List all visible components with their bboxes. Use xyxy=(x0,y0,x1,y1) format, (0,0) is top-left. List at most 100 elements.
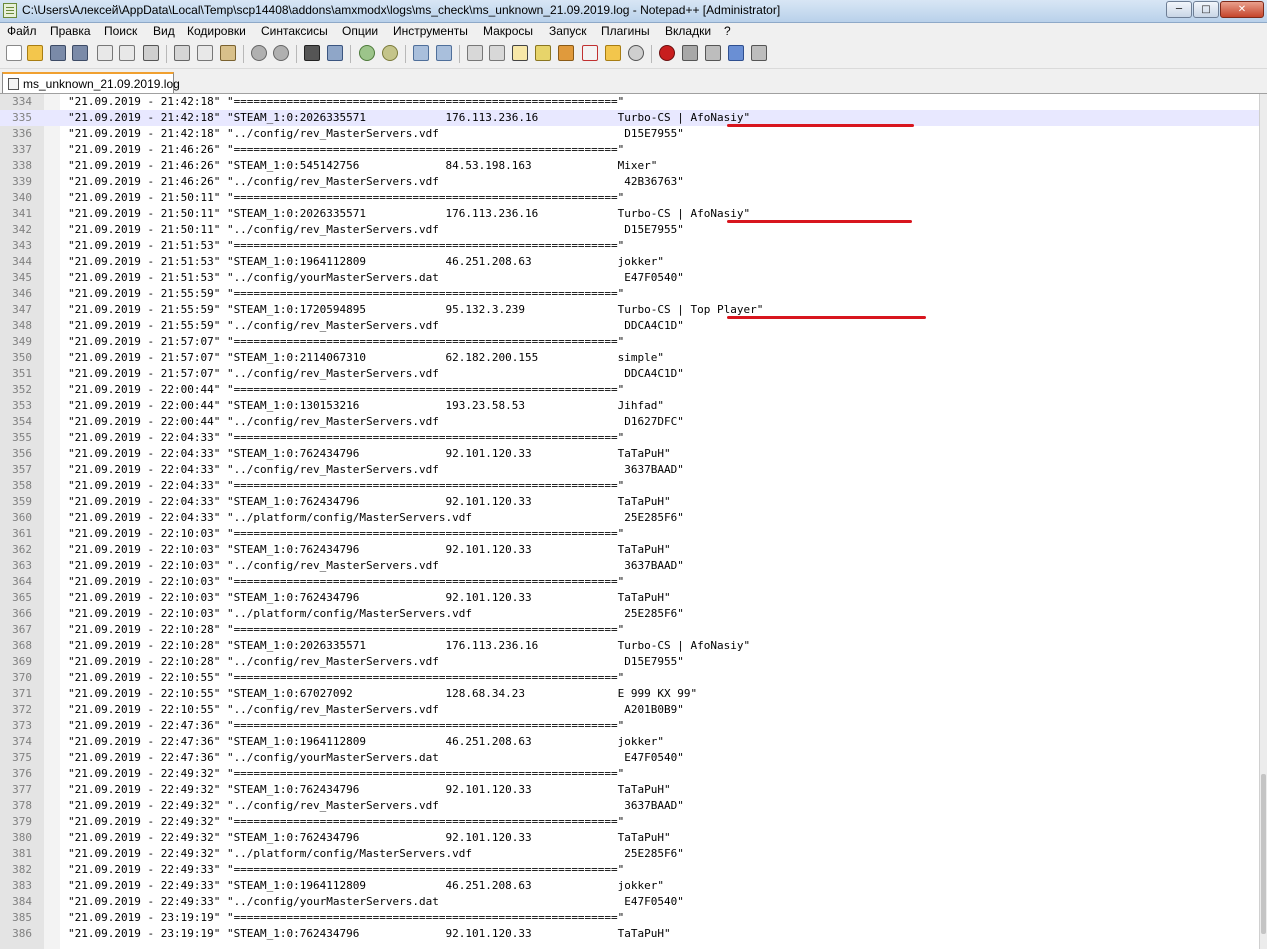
editor-line[interactable]: 378 "21.09.2019 - 22:49:32" "../config/re… xyxy=(0,798,1259,814)
editor-line[interactable]: 345 "21.09.2019 - 21:51:53" "../config/yo… xyxy=(0,270,1259,286)
print-icon[interactable] xyxy=(143,45,159,61)
editor-line[interactable]: 346 "21.09.2019 - 21:55:59" "============… xyxy=(0,286,1259,302)
editor-line[interactable]: 341 "21.09.2019 - 21:50:11" "STEAM_1:0:20… xyxy=(0,206,1259,222)
editor-line[interactable]: 367 "21.09.2019 - 22:10:28" "============… xyxy=(0,622,1259,638)
editor-line[interactable]: 368 "21.09.2019 - 22:10:28" "STEAM_1:0:20… xyxy=(0,638,1259,654)
editor-area[interactable]: 334 "21.09.2019 - 21:42:18" "============… xyxy=(0,94,1259,949)
editor-line[interactable]: 347 "21.09.2019 - 21:55:59" "STEAM_1:0:17… xyxy=(0,302,1259,318)
replace-icon[interactable] xyxy=(327,45,343,61)
editor-line[interactable]: 350 "21.09.2019 - 21:57:07" "STEAM_1:0:21… xyxy=(0,350,1259,366)
record-macro-icon[interactable] xyxy=(659,45,675,61)
editor-line[interactable]: 356 "21.09.2019 - 22:04:33" "STEAM_1:0:76… xyxy=(0,446,1259,462)
new-file-icon[interactable] xyxy=(6,45,22,61)
editor-line[interactable]: 370 "21.09.2019 - 22:10:55" "============… xyxy=(0,670,1259,686)
undo-icon[interactable] xyxy=(251,45,267,61)
editor-line[interactable]: 375 "21.09.2019 - 22:47:36" "../config/yo… xyxy=(0,750,1259,766)
editor-line[interactable]: 360 "21.09.2019 - 22:04:33" "../platform/… xyxy=(0,510,1259,526)
paste-icon[interactable] xyxy=(220,45,236,61)
indent-guide-icon[interactable] xyxy=(512,45,528,61)
editor-line[interactable]: 369 "21.09.2019 - 22:10:28" "../config/re… xyxy=(0,654,1259,670)
editor-line[interactable]: 336 "21.09.2019 - 21:42:18" "../config/re… xyxy=(0,126,1259,142)
editor-line[interactable]: 355 "21.09.2019 - 22:04:33" "============… xyxy=(0,430,1259,446)
editor-line[interactable]: 374 "21.09.2019 - 22:47:36" "STEAM_1:0:19… xyxy=(0,734,1259,750)
editor-line[interactable]: 359 "21.09.2019 - 22:04:33" "STEAM_1:0:76… xyxy=(0,494,1259,510)
editor-line[interactable]: 364 "21.09.2019 - 22:10:03" "============… xyxy=(0,574,1259,590)
editor-line[interactable]: 351 "21.09.2019 - 21:57:07" "../config/re… xyxy=(0,366,1259,382)
cut-icon[interactable] xyxy=(174,45,190,61)
editor-line[interactable]: 348 "21.09.2019 - 21:55:59" "../config/re… xyxy=(0,318,1259,334)
find-icon[interactable] xyxy=(304,45,320,61)
save-macro-icon[interactable] xyxy=(751,45,767,61)
stop-macro-icon[interactable] xyxy=(682,45,698,61)
editor-line[interactable]: 339 "21.09.2019 - 21:46:26" "../config/re… xyxy=(0,174,1259,190)
editor-line[interactable]: 338 "21.09.2019 - 21:46:26" "STEAM_1:0:54… xyxy=(0,158,1259,174)
scrollbar-thumb[interactable] xyxy=(1261,774,1266,934)
editor-line[interactable]: 354 "21.09.2019 - 22:00:44" "../config/re… xyxy=(0,414,1259,430)
menu-tools[interactable]: Инструменты xyxy=(393,24,468,38)
close-all-icon[interactable] xyxy=(119,45,135,61)
editor-line[interactable]: 349 "21.09.2019 - 21:57:07" "============… xyxy=(0,334,1259,350)
editor-line[interactable]: 366 "21.09.2019 - 22:10:03" "../platform/… xyxy=(0,606,1259,622)
save-icon[interactable] xyxy=(50,45,66,61)
editor-line[interactable]: 380 "21.09.2019 - 22:49:32" "STEAM_1:0:76… xyxy=(0,830,1259,846)
menu-language[interactable]: Синтаксисы xyxy=(261,24,328,38)
menu-macro[interactable]: Макросы xyxy=(483,24,533,38)
user-language-icon[interactable] xyxy=(535,45,551,61)
editor-line[interactable]: 334 "21.09.2019 - 21:42:18" "============… xyxy=(0,94,1259,110)
menu-file[interactable]: Файл xyxy=(7,24,37,38)
sync-horizontal-icon[interactable] xyxy=(436,45,452,61)
editor-line[interactable]: 373 "21.09.2019 - 22:47:36" "============… xyxy=(0,718,1259,734)
word-wrap-icon[interactable] xyxy=(467,45,483,61)
play-macro-icon[interactable] xyxy=(705,45,721,61)
copy-icon[interactable] xyxy=(197,45,213,61)
monitoring-icon[interactable] xyxy=(628,45,644,61)
editor-line[interactable]: 343 "21.09.2019 - 21:51:53" "============… xyxy=(0,238,1259,254)
editor-line[interactable]: 383 "21.09.2019 - 22:49:33" "STEAM_1:0:19… xyxy=(0,878,1259,894)
minimize-button[interactable]: ─ xyxy=(1166,1,1192,18)
menu-run[interactable]: Запуск xyxy=(549,24,587,38)
menu-encoding[interactable]: Кодировки xyxy=(187,24,246,38)
function-list-icon[interactable] xyxy=(582,45,598,61)
menu-help[interactable]: ? xyxy=(724,24,731,38)
sync-vertical-icon[interactable] xyxy=(413,45,429,61)
open-file-icon[interactable] xyxy=(27,45,43,61)
vertical-scrollbar[interactable] xyxy=(1259,94,1267,949)
save-all-icon[interactable] xyxy=(72,45,88,61)
editor-line[interactable]: 384 "21.09.2019 - 22:49:33" "../config/yo… xyxy=(0,894,1259,910)
close-button[interactable]: ✕ xyxy=(1220,1,1264,18)
menu-view[interactable]: Вид xyxy=(153,24,175,38)
editor-line[interactable]: 365 "21.09.2019 - 22:10:03" "STEAM_1:0:76… xyxy=(0,590,1259,606)
menu-plugins[interactable]: Плагины xyxy=(601,24,650,38)
editor-line[interactable]: 362 "21.09.2019 - 22:10:03" "STEAM_1:0:76… xyxy=(0,542,1259,558)
folder-workspace-icon[interactable] xyxy=(605,45,621,61)
editor-line[interactable]: 342 "21.09.2019 - 21:50:11" "../config/re… xyxy=(0,222,1259,238)
menu-settings[interactable]: Опции xyxy=(342,24,378,38)
editor-line[interactable]: 361 "21.09.2019 - 22:10:03" "============… xyxy=(0,526,1259,542)
editor-line[interactable]: 337 "21.09.2019 - 21:46:26" "============… xyxy=(0,142,1259,158)
editor-line[interactable]: 376 "21.09.2019 - 22:49:32" "============… xyxy=(0,766,1259,782)
editor-line[interactable]: 385 "21.09.2019 - 23:19:19" "============… xyxy=(0,910,1259,926)
redo-icon[interactable] xyxy=(273,45,289,61)
editor-line[interactable]: 363 "21.09.2019 - 22:10:03" "../config/re… xyxy=(0,558,1259,574)
editor-line[interactable]: 381 "21.09.2019 - 22:49:32" "../platform/… xyxy=(0,846,1259,862)
editor-line[interactable]: 340 "21.09.2019 - 21:50:11" "============… xyxy=(0,190,1259,206)
editor-line[interactable]: 353 "21.09.2019 - 22:00:44" "STEAM_1:0:13… xyxy=(0,398,1259,414)
tab-ms-unknown-log[interactable]: ms_unknown_21.09.2019.log xyxy=(2,72,180,93)
menu-window[interactable]: Вкладки xyxy=(665,24,711,38)
editor-line[interactable]: 335 "21.09.2019 - 21:42:18" "STEAM_1:0:20… xyxy=(0,110,1259,126)
menu-edit[interactable]: Правка xyxy=(50,24,91,38)
doc-map-icon[interactable] xyxy=(558,45,574,61)
editor-line[interactable]: 379 "21.09.2019 - 22:49:32" "============… xyxy=(0,814,1259,830)
editor-line[interactable]: 357 "21.09.2019 - 22:04:33" "../config/re… xyxy=(0,462,1259,478)
editor-line[interactable]: 382 "21.09.2019 - 22:49:33" "============… xyxy=(0,862,1259,878)
editor-line[interactable]: 371 "21.09.2019 - 22:10:55" "STEAM_1:0:67… xyxy=(0,686,1259,702)
maximize-button[interactable]: □ xyxy=(1193,1,1219,18)
editor-line[interactable]: 358 "21.09.2019 - 22:04:33" "============… xyxy=(0,478,1259,494)
editor-line[interactable]: 372 "21.09.2019 - 22:10:55" "../config/re… xyxy=(0,702,1259,718)
editor-line[interactable]: 352 "21.09.2019 - 22:00:44" "============… xyxy=(0,382,1259,398)
menu-search[interactable]: Поиск xyxy=(104,24,137,38)
editor-line[interactable]: 386 "21.09.2019 - 23:19:19" "STEAM_1:0:76… xyxy=(0,926,1259,942)
show-all-chars-icon[interactable] xyxy=(489,45,505,61)
close-file-icon[interactable] xyxy=(97,45,113,61)
editor-line[interactable]: 344 "21.09.2019 - 21:51:53" "STEAM_1:0:19… xyxy=(0,254,1259,270)
